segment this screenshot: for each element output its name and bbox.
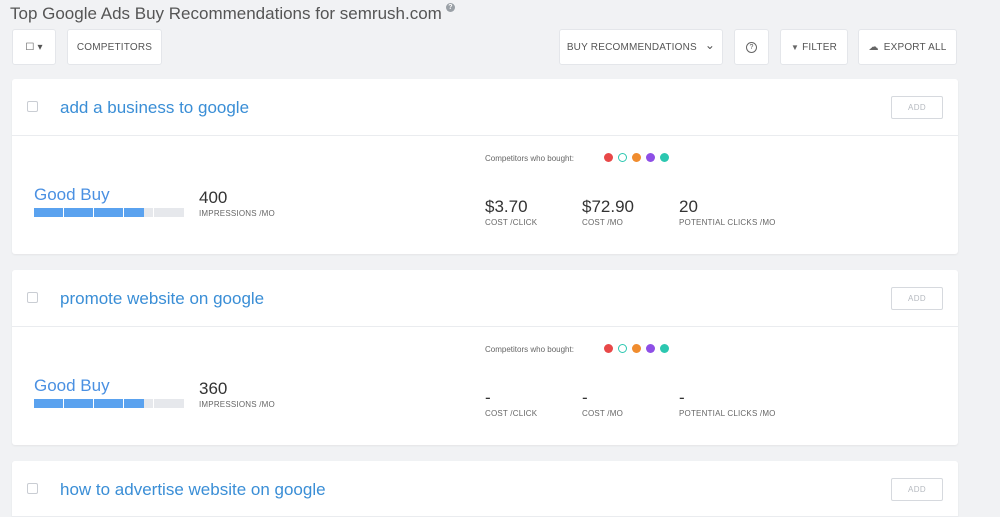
competitor-dots bbox=[604, 344, 674, 353]
buy-rating: Good Buy bbox=[34, 185, 110, 204]
potential-clicks-value: - bbox=[679, 388, 685, 407]
row-checkbox[interactable] bbox=[27, 101, 38, 112]
cost-mo-value: $72.90 bbox=[582, 197, 634, 216]
competitor-dot[interactable] bbox=[660, 344, 669, 353]
bar-divider bbox=[93, 399, 94, 408]
competitor-dots bbox=[604, 153, 674, 162]
impressions-label: IMPRESSIONS /MO bbox=[199, 400, 275, 409]
buy-recommendations-label: BUY RECOMMENDATIONS bbox=[566, 41, 697, 53]
buy-recommendations-dropdown[interactable]: BUY RECOMMENDATIONS ⌄ bbox=[559, 29, 723, 65]
impressions-metric: 400 IMPRESSIONS /MO bbox=[199, 188, 275, 218]
potential-clicks-metric: - POTENTIAL CLICKS /MO bbox=[679, 388, 776, 418]
competitors-button[interactable]: COMPETITORS bbox=[67, 29, 162, 65]
cost-mo-label: COST /MO bbox=[582, 218, 624, 227]
card-header: how to advertise website on google ADD bbox=[12, 461, 958, 517]
competitors-label: Competitors who bought: bbox=[485, 345, 574, 354]
cost-click-label: COST /CLICK bbox=[485, 218, 538, 227]
potential-clicks-label: POTENTIAL CLICKS /MO bbox=[679, 218, 776, 227]
cost-mo-label: COST /MO bbox=[582, 409, 624, 418]
bulk-select-dropdown[interactable]: ☐ ▾ bbox=[12, 29, 56, 65]
cost-click-label: COST /CLICK bbox=[485, 409, 538, 418]
recommendation-card: how to advertise website on google ADD bbox=[12, 461, 958, 517]
help-button[interactable]: ? bbox=[734, 29, 769, 65]
add-button[interactable]: ADD bbox=[891, 478, 943, 501]
page-title-text: Top Google Ads Buy Recommendations for s… bbox=[10, 4, 442, 23]
cost-click-metric: $3.70 COST /CLICK bbox=[485, 197, 537, 227]
bar-divider bbox=[153, 399, 154, 408]
bar-divider bbox=[153, 208, 154, 217]
card-header: promote website on google ADD bbox=[12, 270, 958, 327]
row-checkbox[interactable] bbox=[27, 483, 38, 494]
keyword-title[interactable]: promote website on google bbox=[60, 289, 264, 309]
chevron-down-icon: ⌄ bbox=[704, 37, 716, 52]
competitor-dot[interactable] bbox=[660, 153, 669, 162]
export-all-button[interactable]: ☁ EXPORT ALL bbox=[858, 29, 957, 65]
filter-button[interactable]: ▼ FILTER bbox=[780, 29, 848, 65]
row-checkbox[interactable] bbox=[27, 292, 38, 303]
impressions-value: 360 bbox=[199, 379, 228, 398]
question-circle-icon[interactable]: ? bbox=[445, 3, 455, 12]
competitor-dot[interactable] bbox=[646, 153, 655, 162]
potential-clicks-metric: 20 POTENTIAL CLICKS /MO bbox=[679, 197, 776, 227]
competitor-dot[interactable] bbox=[646, 344, 655, 353]
cloud-download-icon: ☁ bbox=[868, 41, 879, 53]
keyword-title[interactable]: add a business to google bbox=[60, 98, 249, 118]
bar-divider bbox=[93, 208, 94, 217]
cost-mo-metric: $72.90 COST /MO bbox=[582, 197, 634, 227]
page-title: Top Google Ads Buy Recommendations for s… bbox=[10, 3, 455, 24]
cost-mo-metric: - COST /MO bbox=[582, 388, 623, 418]
buy-rating: Good Buy bbox=[34, 376, 110, 395]
cost-click-value: - bbox=[485, 388, 491, 407]
bar-divider bbox=[123, 399, 124, 408]
competitor-dot[interactable] bbox=[618, 344, 627, 353]
competitor-dot[interactable] bbox=[618, 153, 627, 162]
recommendation-card: promote website on google ADD Competitor… bbox=[12, 270, 958, 445]
question-circle-icon: ? bbox=[746, 41, 757, 53]
buy-rating-bar-fill bbox=[34, 399, 144, 408]
competitor-dot[interactable] bbox=[604, 344, 613, 353]
card-header: add a business to google ADD bbox=[12, 79, 958, 136]
competitor-dot[interactable] bbox=[604, 153, 613, 162]
potential-clicks-value: 20 bbox=[679, 197, 698, 216]
cost-click-metric: - COST /CLICK bbox=[485, 388, 537, 418]
competitor-dot[interactable] bbox=[632, 153, 641, 162]
potential-clicks-label: POTENTIAL CLICKS /MO bbox=[679, 409, 776, 418]
cost-click-value: $3.70 bbox=[485, 197, 528, 216]
export-all-label: EXPORT ALL bbox=[883, 41, 947, 53]
impressions-metric: 360 IMPRESSIONS /MO bbox=[199, 379, 275, 409]
add-button[interactable]: ADD bbox=[891, 287, 943, 310]
card-body: Competitors who bought: Good Buy 400 IMP… bbox=[12, 136, 958, 253]
impressions-label: IMPRESSIONS /MO bbox=[199, 209, 275, 218]
cost-mo-value: - bbox=[582, 388, 588, 407]
add-button[interactable]: ADD bbox=[891, 96, 943, 119]
filter-icon: ▼ bbox=[790, 42, 800, 52]
buy-rating-bar-fill bbox=[34, 208, 144, 217]
filter-label: FILTER bbox=[802, 41, 838, 53]
buy-rating-bar bbox=[34, 208, 184, 217]
competitor-dot[interactable] bbox=[632, 344, 641, 353]
recommendation-card: add a business to google ADD Competitors… bbox=[12, 79, 958, 254]
bar-divider bbox=[123, 208, 124, 217]
bar-divider bbox=[63, 399, 64, 408]
buy-rating-bar bbox=[34, 399, 184, 408]
impressions-value: 400 bbox=[199, 188, 228, 207]
card-body: Competitors who bought: Good Buy 360 IMP… bbox=[12, 327, 958, 444]
competitors-label: Competitors who bought: bbox=[485, 154, 574, 163]
toolbar: ☐ ▾ COMPETITORS BUY RECOMMENDATIONS ⌄ ? … bbox=[12, 29, 958, 65]
keyword-title[interactable]: how to advertise website on google bbox=[60, 480, 326, 500]
bar-divider bbox=[63, 208, 64, 217]
